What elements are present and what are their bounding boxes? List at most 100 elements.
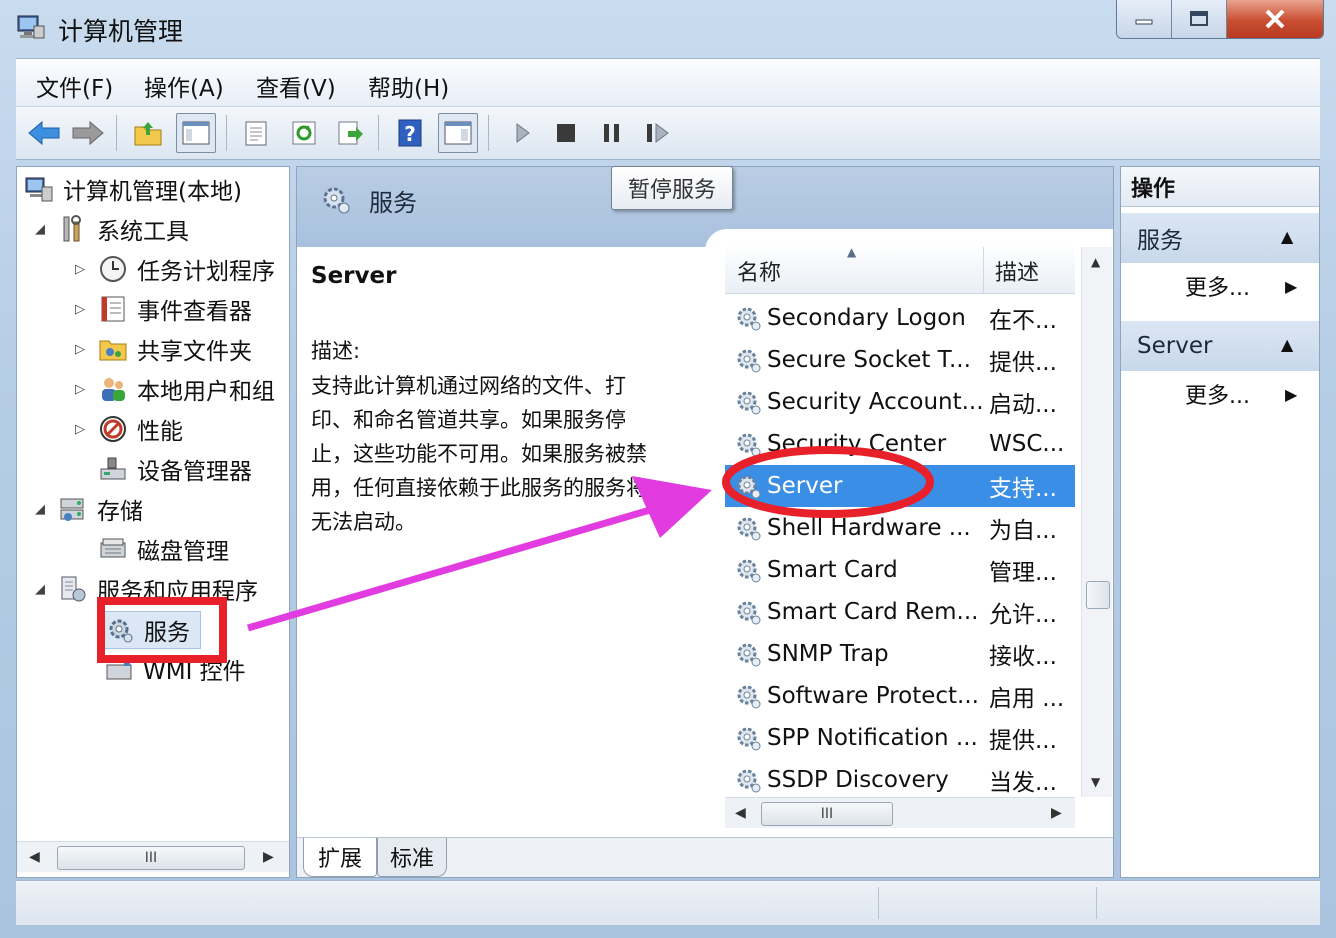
action-more-server[interactable]: 更多... ▶ [1121,371,1319,417]
status-divider [1096,887,1097,919]
service-description: 启用 ... [989,686,1065,712]
service-row[interactable]: Software Protect... 启用 ... [725,675,1075,717]
scroll-up-icon[interactable]: ▲ [1091,255,1100,269]
list-horizontal-scrollbar[interactable]: ◀ III ▶ [725,797,1075,828]
service-row[interactable]: Shell Hardware ... 为自... [725,507,1075,549]
properties-button[interactable] [236,113,276,153]
toolbar-separator [378,115,379,151]
action-more-services[interactable]: 更多... ▶ [1121,263,1319,309]
start-service-button[interactable] [502,113,542,153]
tree-item-system-tools[interactable]: ◢ 系统工具 [35,211,189,247]
service-name: Security Center [767,431,947,457]
play-icon [516,123,530,143]
actions-group-server[interactable]: Server ▲ [1121,321,1319,371]
service-description: 提供... [989,728,1057,754]
actions-group-services[interactable]: 服务 ▲ [1121,213,1319,263]
collapse-up-icon[interactable]: ▲ [1281,227,1293,246]
tree-item-shared-folders[interactable]: ▷ 共享文件夹 [75,331,252,367]
tree-horizontal-scrollbar[interactable]: ◀ III ▶ [17,841,289,872]
column-header-description[interactable]: 描述 [995,255,1039,287]
scroll-left-icon[interactable]: ◀ [29,849,40,865]
show-action-pane-button[interactable] [438,113,478,153]
expand-arrow-icon[interactable]: ▷ [75,382,91,397]
tab-extended[interactable]: 扩展 [303,838,377,877]
tree-label: 任务计划程序 [137,259,275,285]
refresh-button[interactable] [284,113,324,153]
submenu-arrow-icon: ▶ [1285,276,1298,296]
menu-file[interactable]: 文件(F) [36,69,113,103]
service-row[interactable]: SNMP Trap 接收... [725,633,1075,675]
service-row[interactable]: Smart Card Rem... 允许... [725,591,1075,633]
scroll-right-icon[interactable]: ▶ [1051,805,1062,821]
service-name: Shell Hardware ... [767,515,971,541]
tree-item-storage[interactable]: ◢ 存储 [35,491,143,527]
collapse-arrow-icon[interactable]: ◢ [35,222,51,237]
collapse-arrow-icon[interactable]: ◢ [35,502,51,517]
tree-item-root[interactable]: 计算机管理(本地) [23,171,242,207]
column-header-name[interactable]: 名称 [737,255,781,287]
show-hide-tree-button[interactable] [176,113,216,153]
stop-service-button[interactable] [546,113,586,153]
service-row[interactable]: Server 支持... [725,465,1075,507]
tree-item-event-viewer[interactable]: ▷ 事件查看器 [75,291,252,327]
expand-arrow-icon[interactable]: ▷ [75,262,91,277]
scroll-thumb[interactable] [1086,581,1110,609]
tree-item-disk-management[interactable]: 磁盘管理 [97,531,229,567]
folder-up-icon [134,122,162,146]
service-row[interactable]: Security Account... 启动... [725,381,1075,423]
back-arrow-icon [28,120,60,146]
minimize-button[interactable] [1117,0,1172,38]
service-row[interactable]: Security Center WSC... [725,423,1075,465]
service-name: SSDP Discovery [767,767,949,793]
service-name: Secondary Logon [767,305,966,331]
help-button[interactable]: ? [390,113,430,153]
close-button[interactable] [1227,0,1323,38]
tab-standard[interactable]: 标准 [377,838,447,877]
menu-help[interactable]: 帮助(H) [368,69,449,103]
maximize-button[interactable] [1172,0,1227,38]
help-icon: ? [398,119,422,147]
scroll-left-icon[interactable]: ◀ [735,805,746,821]
expand-arrow-icon[interactable]: ▷ [75,342,91,357]
service-row[interactable]: SSDP Discovery 当发... [725,759,1075,801]
service-gear-icon [733,597,763,627]
tree-item-task-scheduler[interactable]: ▷ 任务计划程序 [75,251,275,287]
tree-item-local-users[interactable]: ▷ 本地用户和组 [75,371,275,407]
back-button[interactable] [24,113,64,153]
expand-arrow-icon[interactable]: ▷ [75,422,91,437]
menu-view[interactable]: 查看(V) [256,69,336,103]
up-level-button[interactable] [128,113,168,153]
service-row[interactable]: Secure Socket T... 提供... [725,339,1075,381]
service-name: Smart Card Rem... [767,599,979,625]
maximize-icon [1190,11,1208,26]
close-icon [1265,9,1285,29]
service-row[interactable]: Smart Card 管理... [725,549,1075,591]
pause-service-button[interactable] [592,113,632,153]
service-row[interactable]: SPP Notification ... 提供... [725,717,1075,759]
tree-item-device-manager[interactable]: 设备管理器 [97,451,252,487]
export-list-button[interactable] [330,113,370,153]
stop-icon [557,124,575,142]
performance-icon [97,413,129,445]
service-name: Security Account... [767,389,984,415]
description-line: 印、和命名管道共享。如果服务停 [311,408,626,432]
scroll-thumb[interactable]: III [761,802,893,826]
collapse-arrow-icon[interactable]: ◢ [35,582,51,597]
service-description: 启动... [989,392,1057,418]
shared-folder-icon [97,333,129,365]
window-title: 计算机管理 [58,17,184,46]
expand-arrow-icon[interactable]: ▷ [75,302,91,317]
scroll-down-icon[interactable]: ▼ [1091,775,1100,789]
collapse-up-icon[interactable]: ▲ [1281,335,1293,354]
forward-button[interactable] [68,113,108,153]
scroll-thumb[interactable]: III [57,846,245,870]
service-gear-icon [733,723,763,753]
service-row[interactable]: Secondary Logon 在不... [725,297,1075,339]
submenu-arrow-icon: ▶ [1285,384,1298,404]
scroll-right-icon[interactable]: ▶ [263,849,274,865]
list-vertical-scrollbar[interactable]: ▲ ▼ [1081,247,1112,797]
tree-label: 系统工具 [97,219,189,245]
menu-action[interactable]: 操作(A) [144,69,224,103]
restart-service-button[interactable] [638,113,678,153]
tree-item-performance[interactable]: ▷ 性能 [75,411,183,447]
